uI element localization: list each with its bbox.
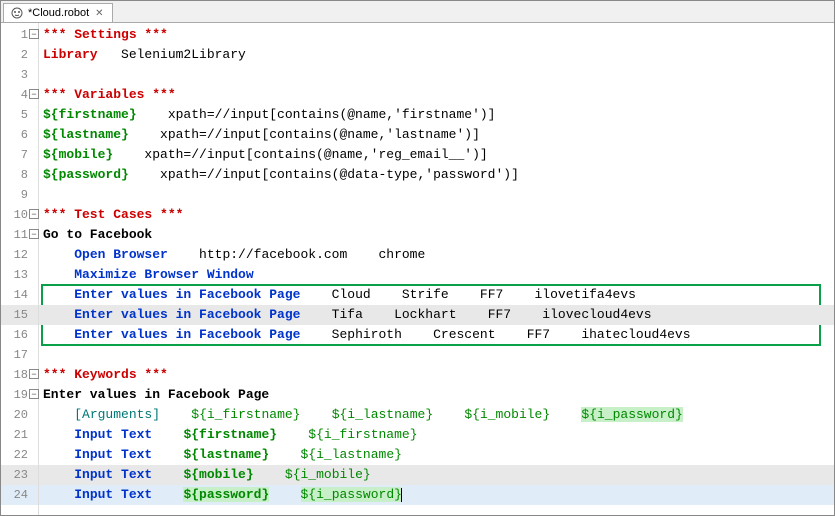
tab-title: *Cloud.robot xyxy=(28,7,89,19)
code-line[interactable]: Library Selenium2Library xyxy=(39,45,834,65)
fold-icon[interactable]: − xyxy=(29,389,39,399)
fold-icon[interactable]: − xyxy=(29,209,39,219)
line-number: 14 xyxy=(1,285,38,305)
code-line[interactable]: *** Settings *** xyxy=(39,25,834,45)
line-number: 21 xyxy=(1,425,38,445)
text-cursor xyxy=(401,488,402,502)
code-line[interactable]: Input Text ${firstname} ${i_firstname} xyxy=(39,425,834,445)
code-line[interactable]: ${lastname} xpath=//input[contains(@name… xyxy=(39,125,834,145)
code-line[interactable]: [Arguments] ${i_firstname} ${i_lastname}… xyxy=(39,405,834,425)
line-number: 13 xyxy=(1,265,38,285)
line-number: 18− xyxy=(1,365,38,385)
code-line[interactable]: *** Keywords *** xyxy=(39,365,834,385)
line-number: 11− xyxy=(1,225,38,245)
line-number: 3 xyxy=(1,65,38,85)
line-number: 15 xyxy=(1,305,38,325)
line-number: 16 xyxy=(1,325,38,345)
line-number: 8 xyxy=(1,165,38,185)
code-line[interactable] xyxy=(39,345,834,365)
code-line[interactable]: Input Text ${password} ${i_password} xyxy=(39,485,834,505)
line-number: 20 xyxy=(1,405,38,425)
line-number: 9 xyxy=(1,185,38,205)
line-number: 17 xyxy=(1,345,38,365)
line-number: 4− xyxy=(1,85,38,105)
editor-tab[interactable]: *Cloud.robot ✕ xyxy=(3,3,113,22)
code-line[interactable] xyxy=(39,185,834,205)
line-number: 6 xyxy=(1,125,38,145)
code-line[interactable]: Go to Facebook xyxy=(39,225,834,245)
line-number: 7 xyxy=(1,145,38,165)
fold-icon[interactable]: − xyxy=(29,89,39,99)
line-number: 22 xyxy=(1,445,38,465)
code-line[interactable]: *** Variables *** xyxy=(39,85,834,105)
line-number: 10− xyxy=(1,205,38,225)
code-line[interactable]: ${firstname} xpath=//input[contains(@nam… xyxy=(39,105,834,125)
line-number: 24 xyxy=(1,485,38,505)
line-number: 12 xyxy=(1,245,38,265)
fold-icon[interactable]: − xyxy=(29,29,39,39)
robot-file-icon xyxy=(10,6,24,20)
line-number: 23 xyxy=(1,465,38,485)
line-number: 19− xyxy=(1,385,38,405)
line-number: 5 xyxy=(1,105,38,125)
code-line[interactable]: ${password} xpath=//input[contains(@data… xyxy=(39,165,834,185)
code-area[interactable]: *** Settings *** Library Selenium2Librar… xyxy=(39,23,834,515)
fold-icon[interactable]: − xyxy=(29,369,39,379)
code-editor[interactable]: 1− 2 3 4− 5 6 7 8 9 10− 11− 12 13 14 15 … xyxy=(1,23,834,515)
code-line[interactable]: Maximize Browser Window xyxy=(39,265,834,285)
line-number-gutter: 1− 2 3 4− 5 6 7 8 9 10− 11− 12 13 14 15 … xyxy=(1,23,39,515)
code-line[interactable] xyxy=(39,65,834,85)
code-line[interactable]: Enter values in Facebook Page Tifa Lockh… xyxy=(39,305,834,325)
code-line[interactable]: ${mobile} xpath=//input[contains(@name,'… xyxy=(39,145,834,165)
code-line[interactable]: Open Browser http://facebook.com chrome xyxy=(39,245,834,265)
line-number: 2 xyxy=(1,45,38,65)
code-line[interactable]: Enter values in Facebook Page Sephiroth … xyxy=(39,325,834,345)
code-line[interactable]: Input Text ${mobile} ${i_mobile} xyxy=(39,465,834,485)
close-icon[interactable]: ✕ xyxy=(95,8,103,19)
line-number: 1− xyxy=(1,25,38,45)
tab-bar: *Cloud.robot ✕ xyxy=(1,1,834,23)
code-line[interactable]: *** Test Cases *** xyxy=(39,205,834,225)
fold-icon[interactable]: − xyxy=(29,229,39,239)
code-line[interactable]: Enter values in Facebook Page Cloud Stri… xyxy=(39,285,834,305)
code-line[interactable]: Input Text ${lastname} ${i_lastname} xyxy=(39,445,834,465)
code-line[interactable]: Enter values in Facebook Page xyxy=(39,385,834,405)
